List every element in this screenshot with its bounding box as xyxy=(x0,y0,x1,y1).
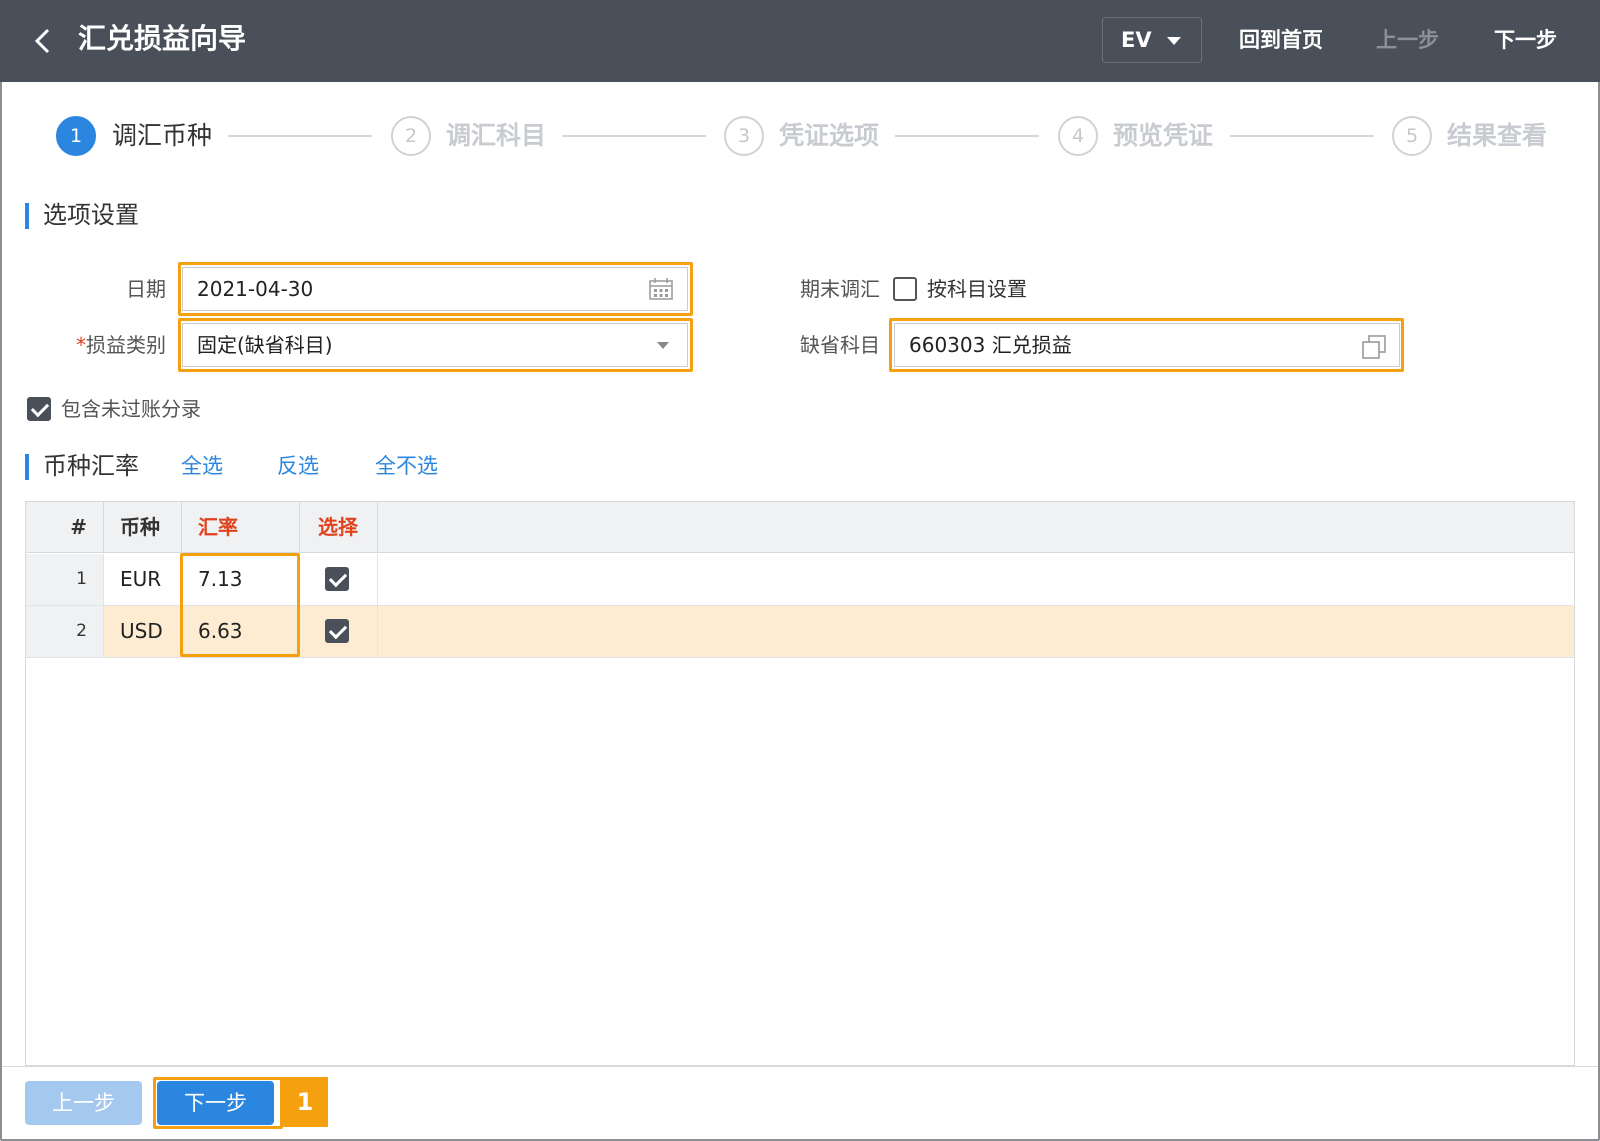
step-2-number: 2 xyxy=(391,116,431,156)
currency-cell: EUR xyxy=(104,554,182,605)
wizard-steps: 1 调汇币种 2 调汇科目 3 凭证选项 4 预览凭证 5 结果查看 xyxy=(0,108,1600,164)
step-connector xyxy=(562,135,706,137)
type-label-text: 损益类别 xyxy=(86,333,166,357)
step-1-number: 1 xyxy=(56,116,96,156)
org-select-value: EV xyxy=(1121,28,1152,52)
step-4-label: 预览凭证 xyxy=(1113,121,1214,150)
row-select-checkbox[interactable] xyxy=(325,567,349,591)
invert-selection-link[interactable]: 反选 xyxy=(277,452,319,480)
step-connector xyxy=(1230,135,1374,137)
footer-divider xyxy=(2,1066,1598,1067)
by-account-checkbox[interactable] xyxy=(893,277,917,301)
footer-prev-button[interactable]: 上一步 xyxy=(25,1081,142,1125)
step-connector xyxy=(228,135,372,137)
default-account-highlight xyxy=(889,318,1404,372)
header-bar: 汇兑损益向导 EV 回到首页 上一步 下一步 xyxy=(0,0,1600,82)
step-5-label: 结果查看 xyxy=(1447,121,1548,150)
row-select-checkbox[interactable] xyxy=(325,619,349,643)
next-button-highlight xyxy=(153,1077,283,1129)
period-end-label: 期末调汇 xyxy=(800,277,880,301)
step-1-label: 调汇币种 xyxy=(112,121,213,150)
currency-cell: USD xyxy=(104,606,182,657)
step-3-label: 凭证选项 xyxy=(779,121,880,150)
select-cell xyxy=(300,554,378,605)
step-2-label: 调汇科目 xyxy=(446,121,547,150)
page-title: 汇兑损益向导 xyxy=(78,22,247,55)
column-header-select: 选择 xyxy=(300,502,378,553)
home-button[interactable]: 回到首页 xyxy=(1239,25,1323,55)
header-next-button[interactable]: 下一步 xyxy=(1494,25,1557,55)
step-5-number: 5 xyxy=(1392,116,1432,156)
date-label: 日期 xyxy=(126,277,166,301)
type-label: *损益类别 xyxy=(60,331,166,359)
table-header: # 币种 汇率 选择 xyxy=(26,502,1574,553)
default-account-label: 缺省科目 xyxy=(800,333,880,357)
type-highlight xyxy=(178,318,693,372)
caret-down-icon xyxy=(1167,37,1181,45)
include-unposted-checkbox[interactable] xyxy=(27,397,51,421)
rates-section-title: 币种汇率 xyxy=(25,451,139,481)
include-unposted-label: 包含未过账分录 xyxy=(61,397,201,421)
step-badge: 1 xyxy=(282,1077,328,1127)
step-3-number: 3 xyxy=(724,116,764,156)
row-index: 2 xyxy=(26,606,104,657)
step-connector xyxy=(895,135,1039,137)
row-index: 1 xyxy=(26,554,104,605)
required-mark: * xyxy=(76,333,86,357)
step-4-number: 4 xyxy=(1058,116,1098,156)
by-account-label: 按科目设置 xyxy=(927,277,1027,301)
options-section-title: 选项设置 xyxy=(25,200,139,230)
back-arrow-icon[interactable] xyxy=(28,22,58,60)
rate-column-highlight xyxy=(180,553,300,657)
date-highlight xyxy=(178,262,693,316)
column-header-index: # xyxy=(26,502,104,553)
org-select[interactable]: EV xyxy=(1102,17,1202,63)
select-none-link[interactable]: 全不选 xyxy=(375,452,438,480)
column-header-rate: 汇率 xyxy=(182,502,300,553)
column-header-currency: 币种 xyxy=(104,502,182,553)
header-prev-button[interactable]: 上一步 xyxy=(1376,25,1439,55)
select-all-link[interactable]: 全选 xyxy=(181,452,223,480)
select-cell xyxy=(300,606,378,657)
